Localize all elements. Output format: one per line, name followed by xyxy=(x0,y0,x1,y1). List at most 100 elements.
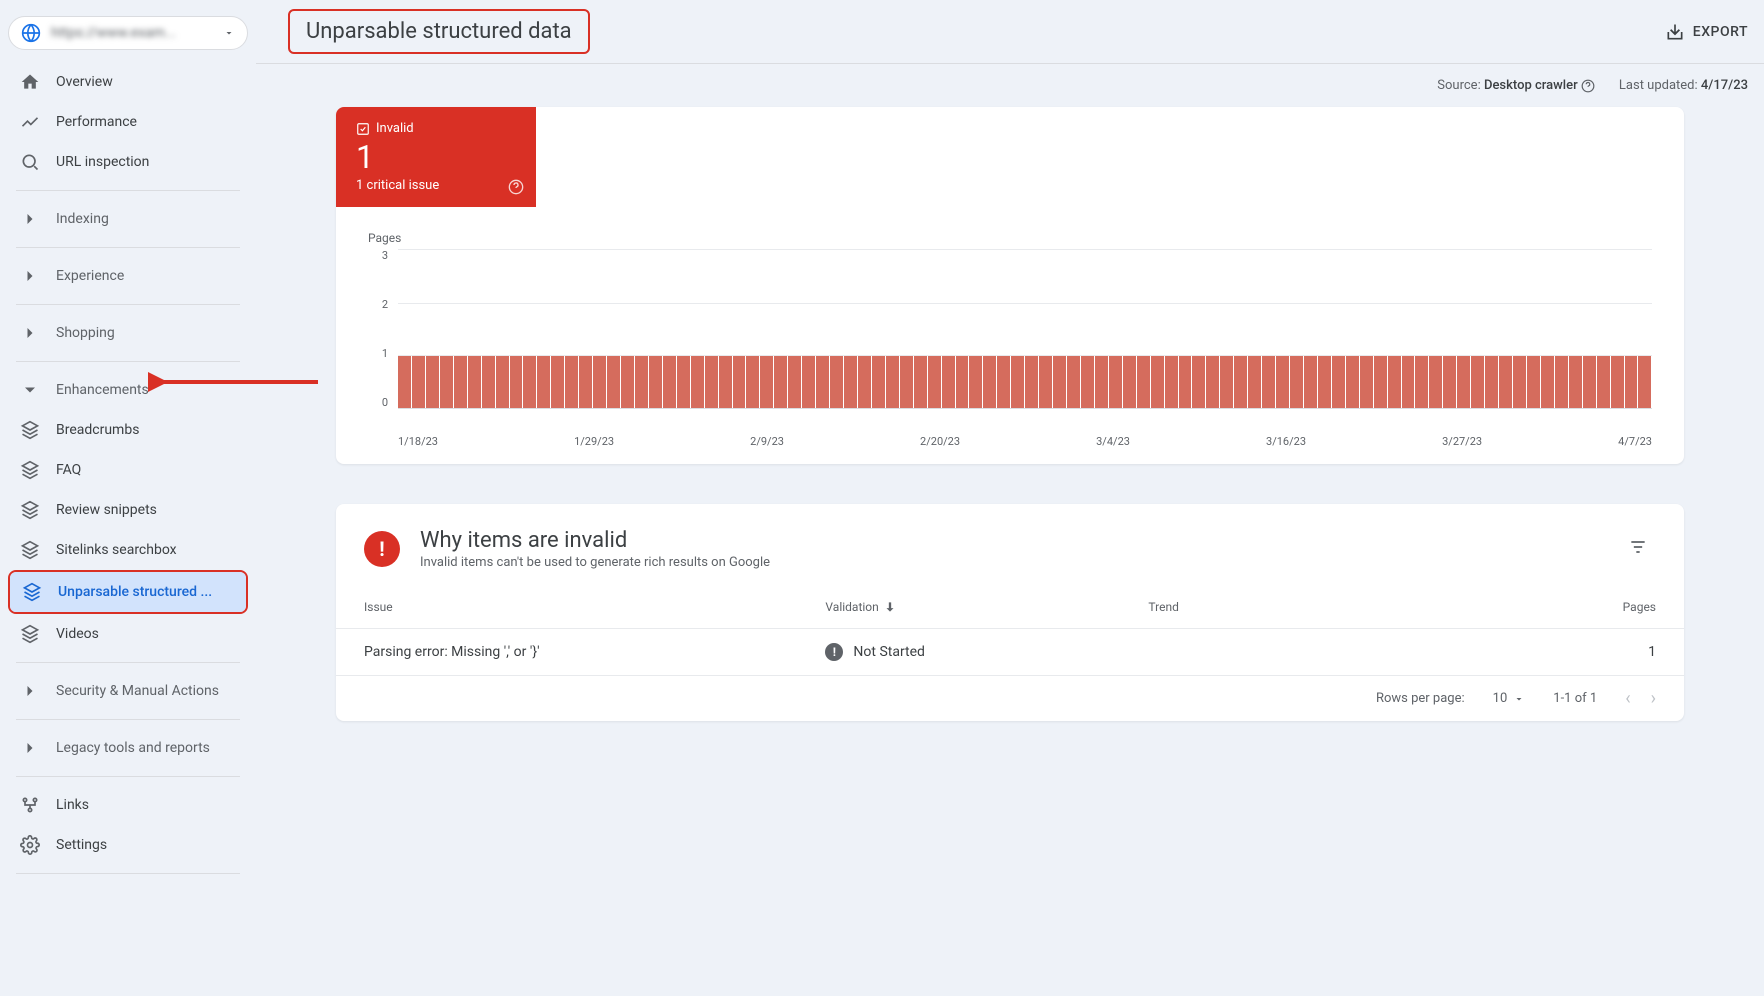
th-pages[interactable]: Pages xyxy=(1518,600,1656,614)
chart-bar xyxy=(1485,355,1498,408)
nav-legacy[interactable]: Legacy tools and reports xyxy=(8,728,248,768)
layers-icon xyxy=(20,624,40,644)
chart-bar xyxy=(844,355,857,408)
gear-icon xyxy=(20,835,40,855)
home-icon xyxy=(20,72,40,92)
th-trend[interactable]: Trend xyxy=(1148,600,1517,614)
chart-bars xyxy=(398,249,1652,409)
chart-bar xyxy=(1415,355,1428,408)
chart-bar xyxy=(886,355,899,408)
nav-indexing[interactable]: Indexing xyxy=(8,199,248,239)
chart-bar xyxy=(858,355,871,408)
chevron-right-icon xyxy=(20,266,40,286)
chart-bar xyxy=(1555,355,1568,408)
chart-y-axis: 3 2 1 0 xyxy=(368,249,388,409)
export-button[interactable]: EXPORT xyxy=(1665,22,1748,42)
layers-icon xyxy=(22,582,42,602)
chart-bar xyxy=(1625,355,1638,408)
nav-shopping[interactable]: Shopping xyxy=(8,313,248,353)
rows-per-page-select[interactable]: 10 xyxy=(1493,691,1526,706)
chart-bar xyxy=(816,355,829,408)
chart-bar xyxy=(1165,355,1178,408)
sort-down-icon xyxy=(883,600,897,614)
pages-count: 1 xyxy=(1518,644,1656,660)
chart-bar xyxy=(510,355,523,408)
property-selector[interactable]: https://www.exam... xyxy=(8,16,248,50)
chart-bar xyxy=(496,355,509,408)
chart-bar xyxy=(691,355,704,408)
chart-bar xyxy=(1025,355,1038,408)
layers-icon xyxy=(20,420,40,440)
chart-bar xyxy=(1346,355,1359,408)
checkbox-icon xyxy=(356,122,370,136)
chart-bar xyxy=(1081,355,1094,408)
chart-bar xyxy=(928,355,941,408)
chart-bar xyxy=(1597,355,1610,408)
issues-title: Why items are invalid xyxy=(420,528,770,553)
nav-security[interactable]: Security & Manual Actions xyxy=(8,671,248,711)
issue-text: Parsing error: Missing ',' or '}' xyxy=(364,644,825,660)
chart-bar xyxy=(454,355,467,408)
chart-bar xyxy=(1388,355,1401,408)
invalid-status-box[interactable]: Invalid 1 1 critical issue xyxy=(336,107,536,207)
chart-bar xyxy=(1611,355,1624,408)
th-validation[interactable]: Validation xyxy=(825,600,1148,614)
chart-bar xyxy=(1429,355,1442,408)
chart-bar xyxy=(1248,355,1261,408)
nav-links[interactable]: Links xyxy=(8,785,248,825)
chevron-down-icon xyxy=(20,380,40,400)
main: Unparsable structured data EXPORT Source… xyxy=(256,0,1764,996)
chart-bar xyxy=(1499,355,1512,408)
sidebar: https://www.exam... Overview Performance… xyxy=(0,0,256,996)
filter-button[interactable] xyxy=(1620,529,1656,569)
nav-sitelinks[interactable]: Sitelinks searchbox xyxy=(8,530,248,570)
chart-bar xyxy=(426,355,439,408)
chart-bar xyxy=(788,355,801,408)
chart-bar xyxy=(551,355,564,408)
chart-bar xyxy=(1262,355,1275,408)
chart-bar xyxy=(398,355,411,408)
issues-table: Issue Validation Trend Pages Parsing err… xyxy=(336,586,1684,676)
chart-bar xyxy=(537,355,550,408)
chart-bar xyxy=(1569,355,1582,408)
chart-bar xyxy=(565,355,578,408)
page-range: 1-1 of 1 xyxy=(1553,691,1597,706)
help-icon[interactable] xyxy=(508,179,524,195)
validation-cell: ! Not Started xyxy=(825,643,1148,661)
nav-videos[interactable]: Videos xyxy=(8,614,248,654)
nav-review-snippets[interactable]: Review snippets xyxy=(8,490,248,530)
nav-faq[interactable]: FAQ xyxy=(8,450,248,490)
table-row[interactable]: Parsing error: Missing ',' or '}' ! Not … xyxy=(336,629,1684,676)
help-icon[interactable] xyxy=(1581,79,1595,93)
nav-url-inspection[interactable]: URL inspection xyxy=(8,142,248,182)
chart-bar xyxy=(1053,355,1066,408)
chart-bar xyxy=(1137,355,1150,408)
chart-bar xyxy=(914,355,927,408)
th-issue[interactable]: Issue xyxy=(364,600,825,614)
chart-bar xyxy=(1011,355,1024,408)
nav-breadcrumbs[interactable]: Breadcrumbs xyxy=(8,410,248,450)
chart-bar xyxy=(649,355,662,408)
chart-bar xyxy=(746,355,759,408)
chart-x-axis: 1/18/23 1/29/23 2/9/23 2/20/23 3/4/23 3/… xyxy=(398,429,1652,448)
chart-bar xyxy=(621,355,634,408)
nav-enhancements[interactable]: Enhancements xyxy=(8,370,248,410)
prev-page-button[interactable]: ‹ xyxy=(1625,688,1630,709)
updated-info: Last updated: 4/17/23 xyxy=(1619,78,1748,93)
chart-bar xyxy=(412,355,425,408)
layers-icon xyxy=(20,500,40,520)
topbar: Unparsable structured data EXPORT xyxy=(256,0,1764,64)
invalid-count: 1 xyxy=(356,138,516,176)
nav-overview[interactable]: Overview xyxy=(8,62,248,102)
nav-settings[interactable]: Settings xyxy=(8,825,248,865)
chart-bar xyxy=(523,355,536,408)
chart-bar xyxy=(997,355,1010,408)
nav-experience[interactable]: Experience xyxy=(8,256,248,296)
chart-bar xyxy=(1151,355,1164,408)
meta-row: Source: Desktop crawler Last updated: 4/… xyxy=(256,64,1764,107)
next-page-button[interactable]: › xyxy=(1651,688,1656,709)
chevron-right-icon xyxy=(20,209,40,229)
nav-unparsable[interactable]: Unparsable structured ... xyxy=(10,572,246,612)
chevron-down-icon xyxy=(1513,693,1525,705)
nav-performance[interactable]: Performance xyxy=(8,102,248,142)
